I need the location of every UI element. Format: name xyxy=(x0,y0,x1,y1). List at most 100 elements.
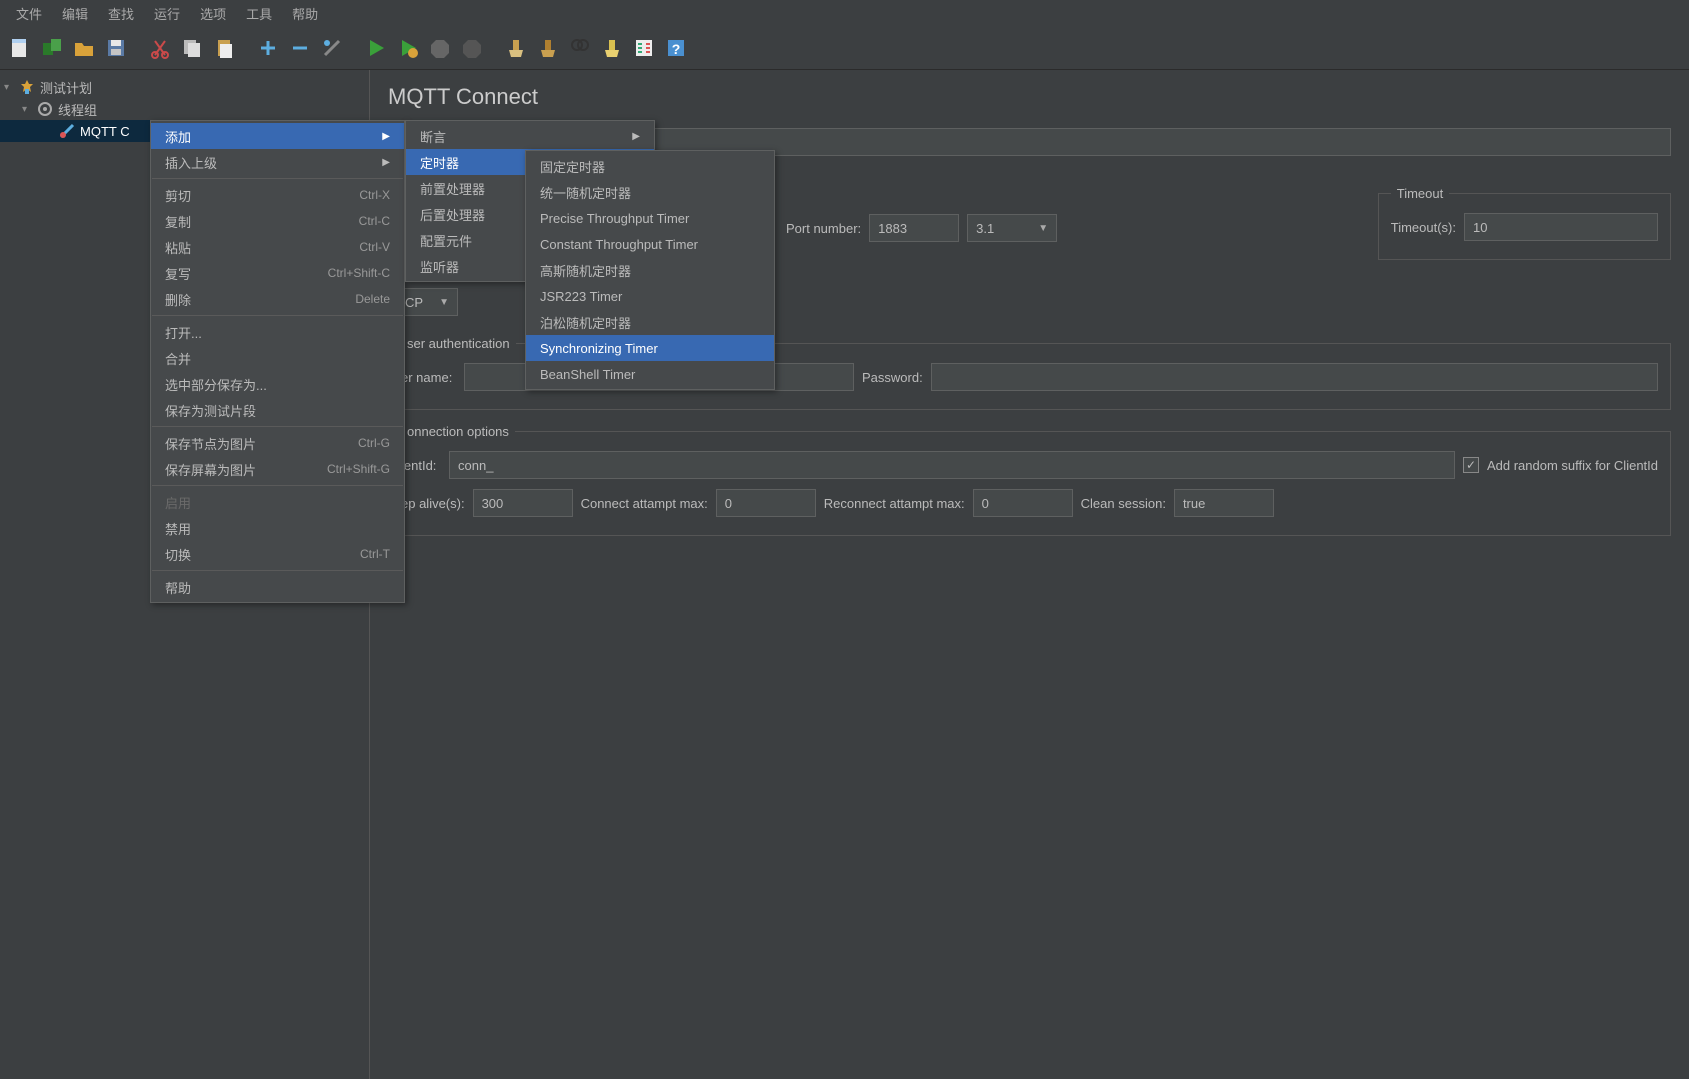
keepalive-input[interactable] xyxy=(473,489,573,517)
menu-item[interactable]: JSR223 Timer xyxy=(526,283,774,309)
menu-item[interactable]: 泊松随机定时器 xyxy=(526,309,774,335)
clean-input[interactable] xyxy=(1174,489,1274,517)
menu-item[interactable]: 保存节点为图片Ctrl-G xyxy=(151,430,404,456)
keepalive-label: ep alive(s): xyxy=(401,496,465,511)
menu-item[interactable]: 高斯随机定时器 xyxy=(526,257,774,283)
menu-separator xyxy=(152,570,403,571)
help-icon[interactable]: ? xyxy=(662,34,690,62)
menu-file[interactable]: 文件 xyxy=(8,2,50,25)
menu-item[interactable]: Synchronizing Timer xyxy=(526,335,774,361)
menu-item[interactable]: 剪切Ctrl-X xyxy=(151,182,404,208)
menu-item-label: 高斯随机定时器 xyxy=(540,261,631,280)
menu-item[interactable]: 断言▶ xyxy=(406,123,654,149)
reconnect-max-input[interactable] xyxy=(973,489,1073,517)
port-label: Port number: xyxy=(786,221,861,236)
menu-item[interactable]: 禁用 xyxy=(151,515,404,541)
menu-shortcut: Ctrl-T xyxy=(360,547,390,561)
start-icon[interactable] xyxy=(362,34,390,62)
chevron-right-icon: ▶ xyxy=(382,157,390,168)
menu-search[interactable]: 查找 xyxy=(100,2,142,25)
timeout-label: Timeout(s): xyxy=(1391,220,1456,235)
menu-separator xyxy=(152,485,403,486)
username-label: er name: xyxy=(401,370,456,385)
open-icon[interactable] xyxy=(70,34,98,62)
threadgroup-icon xyxy=(36,100,54,118)
version-select[interactable]: 3.1 ▼ xyxy=(967,214,1057,242)
menu-tools[interactable]: 工具 xyxy=(238,2,280,25)
shutdown-icon[interactable] xyxy=(458,34,486,62)
menu-item[interactable]: Constant Throughput Timer xyxy=(526,231,774,257)
menu-shortcut: Ctrl+Shift-C xyxy=(328,266,390,280)
menu-item[interactable]: 打开... xyxy=(151,319,404,345)
reset-search-icon[interactable] xyxy=(598,34,626,62)
menu-item-label: 禁用 xyxy=(165,519,191,538)
clientid-input[interactable] xyxy=(449,451,1455,479)
menu-item[interactable]: 帮助 xyxy=(151,574,404,600)
menu-item-label: 保存节点为图片 xyxy=(165,434,256,453)
connect-max-label: Connect attampt max: xyxy=(581,496,708,511)
menu-item[interactable]: 添加▶ xyxy=(151,123,404,149)
menu-item[interactable]: 固定定时器 xyxy=(526,153,774,179)
save-icon[interactable] xyxy=(102,34,130,62)
new-icon[interactable] xyxy=(6,34,34,62)
menu-item[interactable]: 插入上级▶ xyxy=(151,149,404,175)
menu-separator xyxy=(152,178,403,179)
menu-item-label: 复写 xyxy=(165,264,191,283)
menu-item[interactable]: 统一随机定时器 xyxy=(526,179,774,205)
tree-root[interactable]: ▾ 测试计划 xyxy=(0,76,369,98)
tree-root-label: 测试计划 xyxy=(40,78,92,97)
menu-item[interactable]: 保存屏幕为图片Ctrl+Shift-G xyxy=(151,456,404,482)
menu-shortcut: Ctrl-X xyxy=(359,188,390,202)
menu-shortcut: Delete xyxy=(355,292,390,306)
menu-shortcut: Ctrl+Shift-G xyxy=(327,462,390,476)
port-input[interactable] xyxy=(869,214,959,242)
random-suffix-checkbox[interactable]: ✓ xyxy=(1463,457,1479,473)
menu-item[interactable]: BeanShell Timer xyxy=(526,361,774,387)
menu-item-label: 删除 xyxy=(165,290,191,309)
cut-icon[interactable] xyxy=(146,34,174,62)
menu-item[interactable]: Precise Throughput Timer xyxy=(526,205,774,231)
clientid-label: ientId: xyxy=(401,458,441,473)
menu-item[interactable]: 切换Ctrl-T xyxy=(151,541,404,567)
menu-run[interactable]: 运行 xyxy=(146,2,188,25)
menu-item[interactable]: 合并 xyxy=(151,345,404,371)
menu-item-label: 添加 xyxy=(165,127,191,146)
function-helper-icon[interactable] xyxy=(630,34,658,62)
copy-icon[interactable] xyxy=(178,34,206,62)
random-suffix-label: Add random suffix for ClientId xyxy=(1487,458,1658,473)
menu-item[interactable]: 复制Ctrl-C xyxy=(151,208,404,234)
svg-text:?: ? xyxy=(672,41,681,57)
menu-item[interactable]: 粘贴Ctrl-V xyxy=(151,234,404,260)
menu-item[interactable]: 复写 Ctrl+Shift-C xyxy=(151,260,404,286)
password-input[interactable] xyxy=(931,363,1658,391)
stop-icon[interactable] xyxy=(426,34,454,62)
search-icon[interactable] xyxy=(566,34,594,62)
clear-icon[interactable] xyxy=(502,34,530,62)
menu-item-label: 定时器 xyxy=(420,153,459,172)
menu-item-label: 统一随机定时器 xyxy=(540,183,631,202)
start-no-pause-icon[interactable] xyxy=(394,34,422,62)
templates-icon[interactable] xyxy=(38,34,66,62)
auth-legend: ser authentication xyxy=(401,336,516,351)
toggle-icon[interactable] xyxy=(318,34,346,62)
menu-options[interactable]: 选项 xyxy=(192,2,234,25)
menu-item[interactable]: 保存为测试片段 xyxy=(151,397,404,423)
menu-edit[interactable]: 编辑 xyxy=(54,2,96,25)
password-label: Password: xyxy=(862,370,923,385)
menu-item[interactable]: 选中部分保存为... xyxy=(151,371,404,397)
paste-icon[interactable] xyxy=(210,34,238,62)
menu-help[interactable]: 帮助 xyxy=(284,2,326,25)
chevron-down-icon[interactable]: ▾ xyxy=(4,82,18,93)
timeout-input[interactable] xyxy=(1464,213,1658,241)
menu-item-label: Synchronizing Timer xyxy=(540,341,658,356)
tree-threadgroup[interactable]: ▾ 线程组 xyxy=(0,98,369,120)
menu-item-label: 粘贴 xyxy=(165,238,191,257)
collapse-icon[interactable] xyxy=(286,34,314,62)
clear-all-icon[interactable] xyxy=(534,34,562,62)
chevron-down-icon[interactable]: ▾ xyxy=(22,104,36,115)
conn-legend: onnection options xyxy=(401,424,515,439)
menu-item[interactable]: 删除 Delete xyxy=(151,286,404,312)
connect-max-input[interactable] xyxy=(716,489,816,517)
menu-item-label: Precise Throughput Timer xyxy=(540,211,689,226)
expand-icon[interactable] xyxy=(254,34,282,62)
